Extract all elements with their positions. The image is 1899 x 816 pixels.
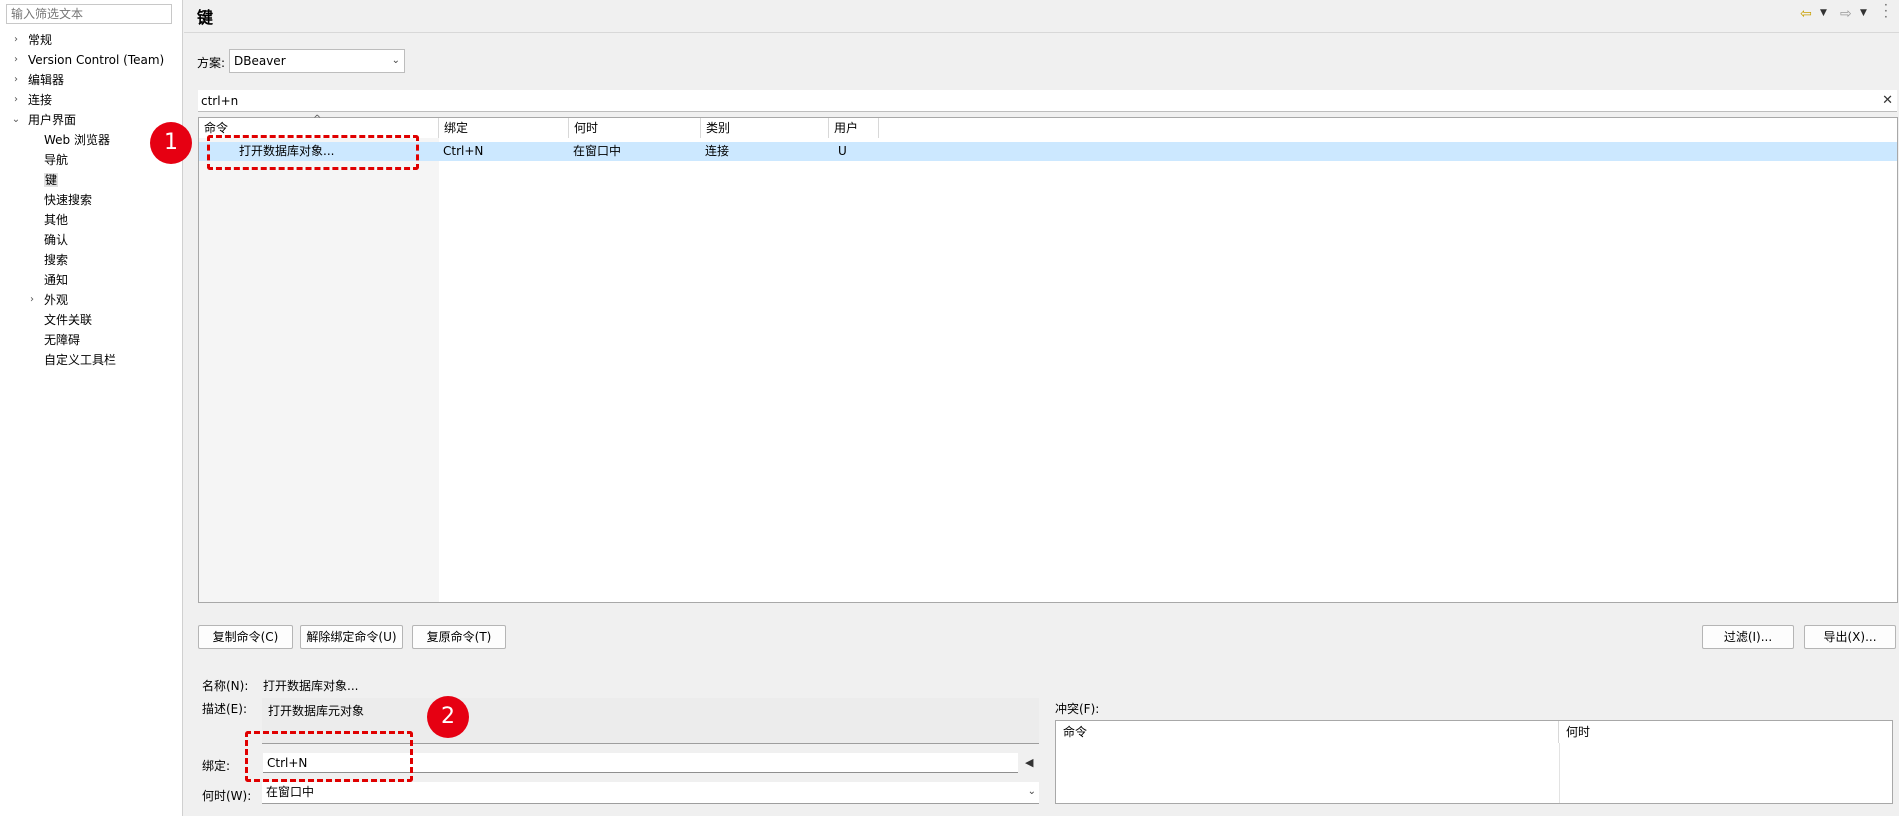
- row-user[interactable]: U: [838, 142, 847, 161]
- chevron-right-icon[interactable]: ›: [11, 71, 21, 89]
- row-category[interactable]: 连接: [705, 142, 729, 161]
- filter-button[interactable]: 过滤(I)...: [1702, 625, 1794, 649]
- preferences-tree-panel: › 常规 › Version Control (Team) › 编辑器 › 连接 ⌄ 用户界面 We…: [0, 0, 183, 816]
- sidebar-item[interactable]: › 外观: [30, 291, 69, 309]
- restore-command-button[interactable]: 复原命令(T): [412, 625, 506, 649]
- sidebar-item-label: 外观: [44, 293, 69, 307]
- chevron-down-icon: ⌄: [391, 55, 400, 66]
- export-button[interactable]: 导出(X)...: [1804, 625, 1896, 649]
- sidebar-item[interactable]: 搜索: [44, 251, 68, 269]
- highlight-box-command: [207, 135, 419, 170]
- when-label: 何时(W):: [202, 789, 252, 803]
- when-value: 在窗口中: [266, 785, 315, 799]
- keys-search-field[interactable]: ctrl+n ✕: [198, 90, 1897, 112]
- sidebar-item[interactable]: 其他: [44, 211, 68, 229]
- clear-search-icon[interactable]: ✕: [1882, 90, 1893, 112]
- chevron-down-icon: ⌄: [1027, 786, 1036, 797]
- scheme-select[interactable]: DBeaver ⌄: [229, 49, 405, 73]
- sidebar-item-label: Web 浏览器: [44, 133, 110, 147]
- header-divider: [184, 32, 1899, 33]
- annotation-badge-2: 2: [427, 696, 469, 738]
- sidebar-item-label: 编辑器: [28, 73, 65, 87]
- back-dropdown-icon[interactable]: ▼: [1820, 8, 1827, 18]
- sidebar-item-label: 键: [44, 173, 59, 187]
- column-header-user[interactable]: 用户: [829, 118, 879, 138]
- back-icon[interactable]: ⇦: [1800, 6, 1812, 22]
- sidebar-item-label: 用户界面: [28, 113, 77, 127]
- sidebar-item-label: 确认: [44, 233, 69, 247]
- column-header-when[interactable]: 何时: [569, 118, 701, 138]
- binding-label: 绑定:: [202, 759, 231, 773]
- page-title: 键: [197, 8, 214, 27]
- name-label: 名称(N):: [202, 679, 249, 693]
- chevron-right-icon[interactable]: ›: [11, 91, 21, 109]
- sidebar-item-label: 自定义工具栏: [44, 353, 117, 367]
- sidebar-item[interactable]: 文件关联: [44, 311, 92, 329]
- sidebar-item[interactable]: 确认: [44, 231, 68, 249]
- command-column-background: [199, 138, 439, 602]
- forward-icon[interactable]: ⇨: [1840, 6, 1852, 22]
- sidebar-item[interactable]: 快速搜索: [44, 191, 92, 209]
- conflicts-table: 命令 何时: [1055, 720, 1893, 804]
- sidebar-item[interactable]: ⌄ 用户界面: [12, 111, 77, 129]
- sidebar-item[interactable]: › 常规: [14, 31, 53, 49]
- more-menu-icon[interactable]: · · ·: [1884, 0, 1888, 23]
- name-value: 打开数据库对象...: [263, 679, 359, 693]
- binding-menu-arrow-icon[interactable]: ◀: [1025, 756, 1033, 769]
- sidebar-item[interactable]: 通知: [44, 271, 68, 289]
- scheme-value: DBeaver: [234, 54, 286, 68]
- sidebar-item-label: 连接: [28, 93, 53, 107]
- sidebar-item-label: 快速搜索: [44, 193, 93, 207]
- sort-ascending-icon: ^: [313, 114, 322, 125]
- column-header-binding[interactable]: 绑定: [439, 118, 569, 138]
- sidebar-item-label: 无障碍: [44, 333, 81, 347]
- column-header-category[interactable]: 类别: [701, 118, 829, 138]
- highlight-box-binding: [245, 731, 413, 782]
- chevron-right-icon[interactable]: ›: [11, 51, 21, 69]
- annotation-badge-1: 1: [150, 122, 192, 164]
- sidebar-item[interactable]: 自定义工具栏: [44, 351, 116, 369]
- forward-dropdown-icon[interactable]: ▼: [1860, 8, 1867, 18]
- conflict-header-when[interactable]: 何时: [1559, 721, 1892, 743]
- row-when[interactable]: 在窗口中: [573, 142, 621, 161]
- sidebar-item-label: 文件关联: [44, 313, 93, 327]
- sidebar-item[interactable]: 键: [44, 171, 59, 189]
- sidebar-item[interactable]: › 连接: [14, 91, 53, 109]
- sidebar-item[interactable]: Web 浏览器: [44, 131, 110, 149]
- row-binding[interactable]: Ctrl+N: [443, 142, 483, 161]
- sidebar-item-label: 导航: [44, 153, 69, 167]
- chevron-right-icon[interactable]: ›: [27, 291, 37, 309]
- keys-search-value: ctrl+n: [201, 94, 239, 108]
- sidebar-item-label: 其他: [44, 213, 69, 227]
- description-label: 描述(E):: [202, 702, 247, 716]
- sidebar-item[interactable]: › 编辑器: [14, 71, 65, 89]
- conflicts-label: 冲突(F):: [1055, 702, 1100, 716]
- copy-command-button[interactable]: 复制命令(C): [198, 625, 293, 649]
- conflict-header-command[interactable]: 命令: [1056, 721, 1559, 743]
- unbind-command-button[interactable]: 解除绑定命令(U): [300, 625, 403, 649]
- sidebar-item-label: 通知: [44, 273, 69, 287]
- sidebar-item[interactable]: 无障碍: [44, 331, 80, 349]
- chevron-down-icon[interactable]: ⌄: [11, 111, 21, 129]
- chevron-right-icon[interactable]: ›: [11, 31, 21, 49]
- description-value: 打开数据库元对象: [268, 704, 365, 718]
- when-select[interactable]: 在窗口中 ⌄: [262, 782, 1039, 804]
- sidebar-item-label: 搜索: [44, 253, 69, 267]
- sidebar-item-label: Version Control (Team): [28, 53, 165, 67]
- conflict-column-divider: [1559, 743, 1560, 803]
- sidebar-item-label: 常规: [28, 33, 53, 47]
- keys-table: 命令 ^ 绑定 何时 类别 用户 打开数据库对象... Ctrl+N 在窗口中 …: [198, 114, 1898, 603]
- sidebar-item[interactable]: › Version Control (Team): [14, 51, 165, 69]
- sidebar-item[interactable]: 导航: [44, 151, 68, 169]
- filter-input[interactable]: [6, 4, 172, 24]
- scheme-label: 方案:: [197, 56, 226, 70]
